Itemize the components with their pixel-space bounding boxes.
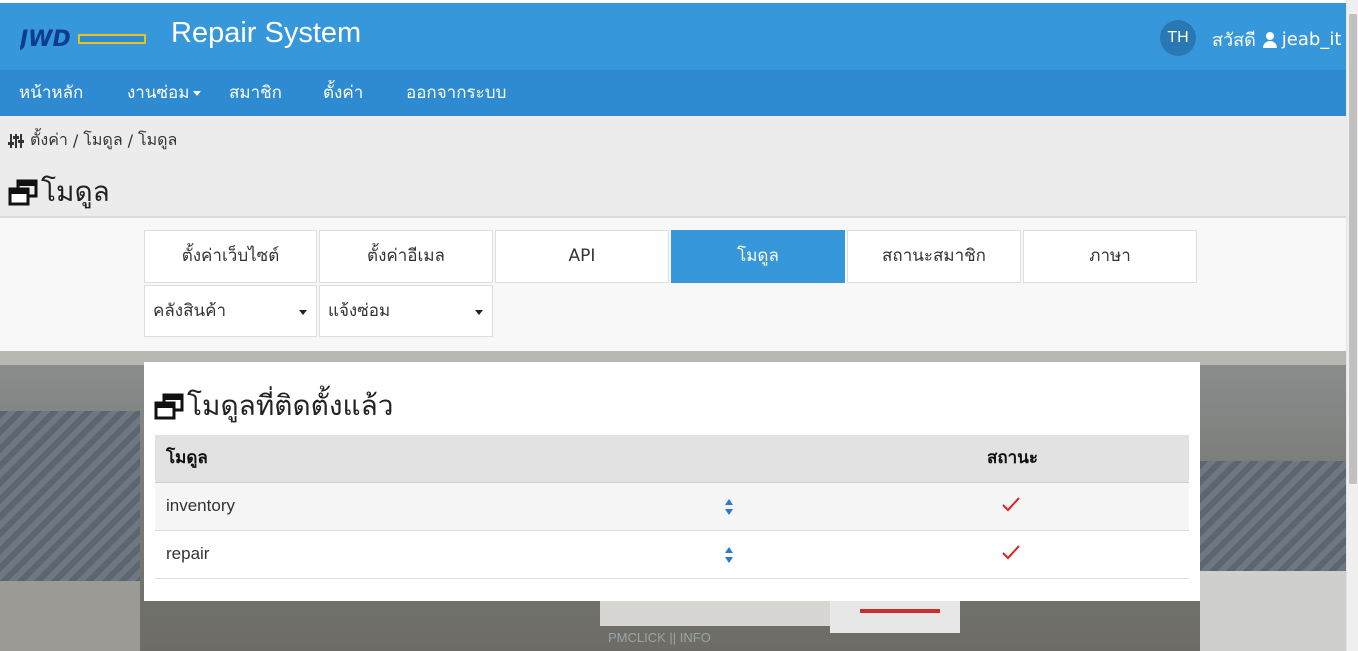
title-section: ตั้งค่า / โมดูล / โมดูล โมดูล (0, 116, 1346, 218)
table-row: repair (155, 531, 1189, 579)
tab-website-settings[interactable]: ตั้งค่าเว็บไซต์ (144, 230, 317, 283)
page: JWD Repair System TH สวัสดี jeab_it หน้า… (0, 0, 1346, 651)
svg-text:JWD: JWD (20, 27, 71, 50)
check-icon[interactable] (1001, 493, 1021, 515)
greeting-text: สวัสดี (1212, 30, 1256, 51)
tab-api[interactable]: API (495, 230, 669, 283)
module-name: repair (166, 544, 210, 563)
table-header: โมดูล สถานะ (155, 435, 1189, 483)
page-title-text: โมดูล (41, 175, 110, 208)
module-name: inventory (166, 496, 235, 515)
window-restore-icon (8, 179, 38, 206)
user-greeting[interactable]: สวัสดี jeab_it (1212, 25, 1341, 54)
breadcrumb-module[interactable]: โมดูล (83, 128, 122, 153)
nav-item-home[interactable]: หน้าหลัก (19, 70, 83, 116)
nav-item-members[interactable]: สมาชิก (229, 70, 282, 116)
inventory-select-value: คลังสินค้า (153, 301, 227, 321)
installed-modules-card: โมดูลที่ติดตั้งแล้ว โมดูล สถานะ inventor… (144, 362, 1200, 601)
page-title: โมดูล (8, 170, 110, 214)
main-navbar: หน้าหลัก งานซ่อม สมาชิก ตั้งค่า ออกจากระ… (0, 70, 1346, 116)
tab-member-status[interactable]: สถานะสมาชิก (847, 230, 1021, 283)
breadcrumb: ตั้งค่า / โมดูล / โมดูล (8, 128, 177, 153)
sort-arrows-icon[interactable] (724, 497, 734, 517)
inventory-module-select[interactable]: คลังสินค้า (144, 285, 317, 337)
card-title-text: โมดูลที่ติดตั้งแล้ว (187, 389, 394, 422)
tab-language[interactable]: ภาษา (1023, 230, 1197, 283)
modules-table: โมดูล สถานะ inventory repair (155, 435, 1189, 579)
footer-text: PMCLICK || INFO (608, 630, 711, 645)
column-header-status: สถานะ (987, 448, 1038, 468)
tab-email-settings[interactable]: ตั้งค่าอีเมล (319, 230, 493, 283)
dropdown-arrow-icon (299, 310, 307, 315)
breadcrumb-current: โมดูล (138, 130, 178, 149)
nav-item-logout[interactable]: ออกจากระบบ (406, 70, 506, 116)
vertical-scrollbar[interactable] (1346, 0, 1358, 651)
tab-module[interactable]: โมดูล (671, 230, 845, 283)
user-icon (1262, 31, 1278, 48)
repair-select-value: แจ้งซ่อม (328, 301, 391, 321)
nav-item-settings[interactable]: ตั้งค่า (323, 70, 363, 116)
table-row: inventory (155, 483, 1189, 531)
sliders-icon (8, 133, 24, 148)
window-restore-icon (154, 393, 184, 420)
breadcrumb-separator: / (72, 131, 79, 150)
scrollbar-thumb[interactable] (1349, 14, 1357, 484)
check-icon[interactable] (1001, 541, 1021, 563)
card-title: โมดูลที่ติดตั้งแล้ว (154, 384, 393, 428)
username: jeab_it (1281, 29, 1342, 50)
language-button[interactable]: TH (1160, 20, 1196, 56)
sort-arrows-icon[interactable] (724, 545, 734, 565)
breadcrumb-settings[interactable]: ตั้งค่า (30, 128, 68, 153)
breadcrumb-separator: / (127, 131, 134, 150)
nav-item-repair-label: งานซ่อม (127, 83, 190, 103)
chevron-down-icon (193, 90, 202, 96)
nav-item-repair[interactable]: งานซ่อม (127, 70, 202, 116)
dropdown-arrow-icon (475, 310, 483, 315)
settings-tabs: ตั้งค่าเว็บไซต์ ตั้งค่าอีเมล API โมดูล ส… (0, 218, 1346, 351)
company-logo[interactable]: JWD (16, 26, 148, 52)
app-title: Repair System (171, 17, 362, 49)
column-header-module: โมดูล (166, 448, 208, 468)
top-header: JWD Repair System TH สวัสดี jeab_it (0, 3, 1346, 70)
repair-module-select[interactable]: แจ้งซ่อม (319, 285, 493, 337)
